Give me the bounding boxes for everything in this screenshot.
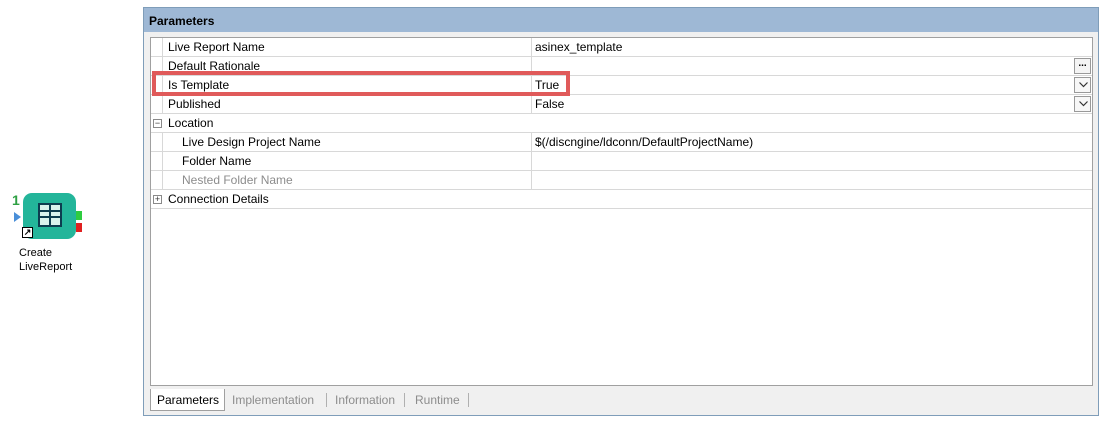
category-location[interactable]: − Location	[151, 114, 1092, 133]
property-name: Nested Folder Name	[163, 171, 532, 190]
property-name: Live Design Project Name	[163, 133, 532, 152]
panel-title: Parameters	[144, 8, 1098, 32]
row-folder-name[interactable]: Folder Name	[151, 152, 1092, 171]
row-gutter	[151, 95, 163, 114]
category-connection-details[interactable]: + Connection Details	[151, 190, 1092, 209]
row-gutter	[151, 152, 163, 171]
tab-separator	[404, 393, 405, 407]
shortcut-arrow-icon: ↗	[22, 227, 33, 238]
folder-name-value[interactable]	[532, 152, 1092, 171]
table-icon	[38, 203, 62, 227]
row-gutter	[151, 38, 163, 57]
tab-information[interactable]: Information	[329, 389, 401, 411]
live-report-name-value[interactable]: asinex_template	[532, 38, 1092, 57]
published-value[interactable]: False	[532, 95, 1092, 114]
node-label-line1: Create	[19, 247, 53, 259]
tab-runtime[interactable]: Runtime	[409, 389, 466, 411]
row-gutter	[151, 171, 163, 190]
tab-separator	[326, 393, 327, 407]
row-live-design-project-name[interactable]: Live Design Project Name $(/discngine/ld…	[151, 133, 1092, 152]
row-published[interactable]: Published False	[151, 95, 1092, 114]
category-name: Location	[168, 116, 214, 130]
property-name: Published	[163, 95, 532, 114]
row-gutter	[151, 133, 163, 152]
live-design-project-name-value[interactable]: $(/discngine/ldconn/DefaultProjectName)	[532, 133, 1092, 152]
default-rationale-value[interactable]	[532, 57, 1092, 76]
tab-separator	[468, 393, 469, 407]
is-template-highlight	[152, 71, 570, 96]
input-port[interactable]	[14, 212, 21, 222]
output-port-error[interactable]	[76, 223, 82, 232]
output-port-success[interactable]	[76, 211, 82, 220]
nested-folder-name-value[interactable]	[532, 171, 1092, 190]
create-livereport-node[interactable]: 1 ↗ Create LiveReport	[11, 192, 91, 282]
expand-icon[interactable]: +	[153, 195, 162, 204]
node-count: 1	[12, 192, 20, 208]
chevron-down-icon[interactable]	[1074, 96, 1091, 112]
node-label-line2: LiveReport	[19, 261, 73, 273]
tab-implementation[interactable]: Implementation	[226, 389, 320, 411]
category-name: Connection Details	[168, 192, 269, 206]
parameters-panel: Parameters Live Report Name asinex_templ…	[143, 7, 1099, 416]
property-name: Live Report Name	[163, 38, 532, 57]
tab-parameters[interactable]: Parameters	[150, 389, 225, 411]
is-template-value[interactable]: True	[532, 76, 1092, 95]
property-name: Folder Name	[163, 152, 532, 171]
collapse-icon[interactable]: −	[153, 119, 162, 128]
ellipsis-button[interactable]: ...	[1074, 58, 1091, 74]
chevron-down-icon[interactable]	[1074, 77, 1091, 93]
node-label: Create LiveReport	[19, 246, 72, 274]
row-live-report-name[interactable]: Live Report Name asinex_template	[151, 38, 1092, 57]
row-nested-folder-name[interactable]: Nested Folder Name	[151, 171, 1092, 190]
